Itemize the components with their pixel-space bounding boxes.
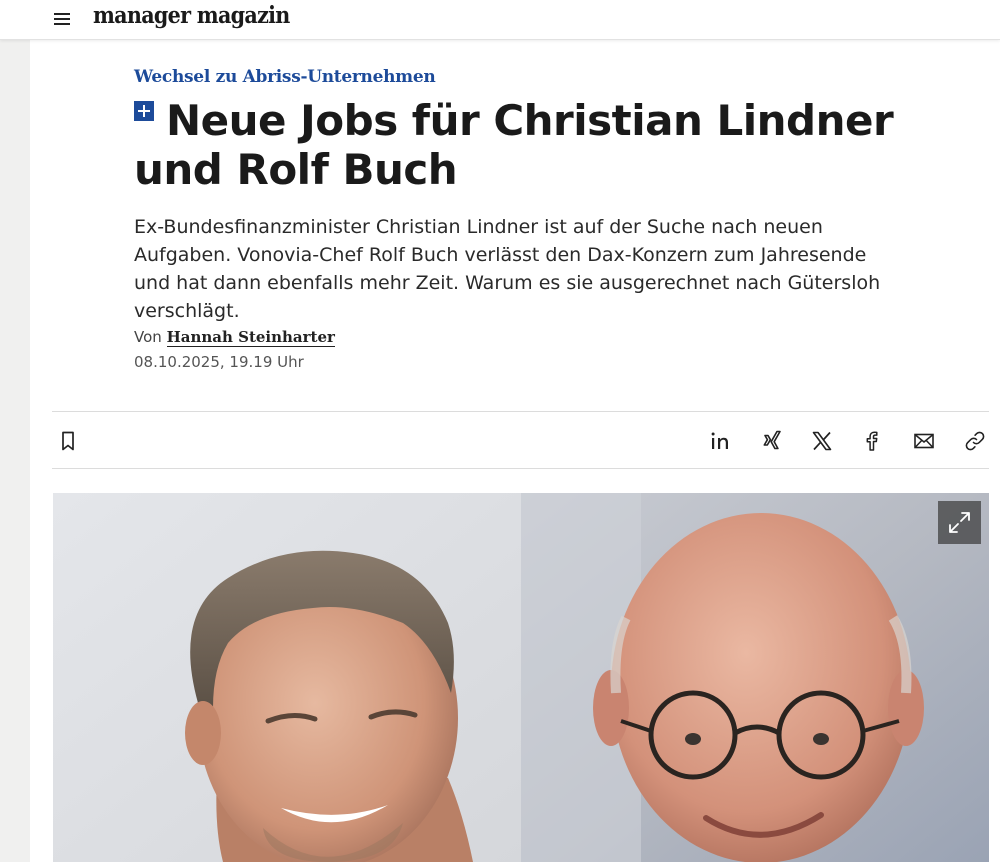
link-icon[interactable] bbox=[963, 429, 987, 453]
portrait-photo-right bbox=[521, 493, 989, 862]
x-icon[interactable] bbox=[810, 429, 834, 453]
share-bar bbox=[52, 411, 989, 469]
site-header: manager magazin bbox=[0, 0, 1000, 40]
byline: Von Hannah Steinharter bbox=[134, 328, 335, 347]
expand-icon[interactable] bbox=[938, 501, 981, 544]
linkedin-icon[interactable] bbox=[709, 429, 733, 453]
hero-image bbox=[53, 493, 989, 862]
portrait-photo-left bbox=[53, 493, 521, 862]
publish-date: 08.10.2025, 19.19 Uhr bbox=[134, 353, 304, 371]
author-link[interactable]: Hannah Steinharter bbox=[166, 328, 335, 347]
xing-icon[interactable] bbox=[760, 429, 784, 453]
plus-badge-icon bbox=[134, 101, 154, 121]
bookmark-icon[interactable] bbox=[56, 429, 80, 453]
facebook-icon[interactable] bbox=[860, 429, 884, 453]
email-icon[interactable] bbox=[912, 429, 936, 453]
site-logo[interactable]: manager magazin bbox=[93, 2, 290, 29]
article-headline: Neue Jobs für Christian Lindner und Rolf… bbox=[134, 96, 914, 194]
menu-icon[interactable] bbox=[52, 10, 74, 30]
article-teaser: Ex-Bundesfinanzminister Christian Lindne… bbox=[134, 216, 881, 322]
article-container: Wechsel zu Abriss-Unternehmen Neue Jobs … bbox=[30, 40, 1000, 862]
article-kicker: Wechsel zu Abriss-Unternehmen bbox=[134, 67, 436, 87]
headline-text: Neue Jobs für Christian Lindner und Rolf… bbox=[134, 96, 894, 194]
byline-prefix: Von bbox=[134, 328, 162, 346]
